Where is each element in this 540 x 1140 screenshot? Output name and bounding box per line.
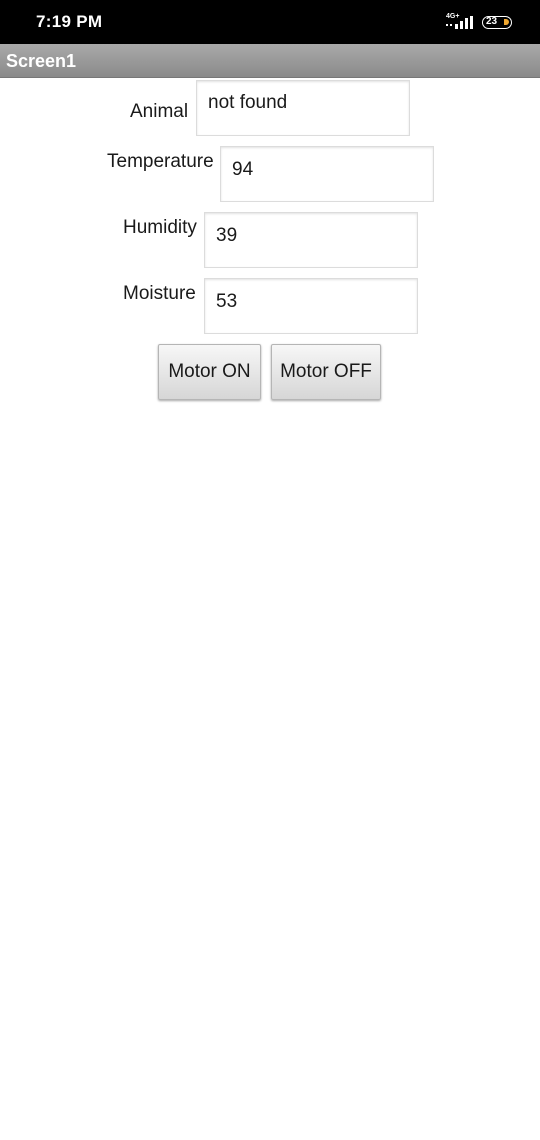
title-bar: Screen1 [0,44,540,78]
status-time: 7:19 PM [36,12,103,31]
animal-label: Animal [130,101,189,122]
temperature-label: Temperature [107,151,214,172]
battery-level: 23 [486,16,498,27]
humidity-label: Humidity [123,217,197,238]
temperature-field[interactable]: 94 [220,146,434,202]
battery-icon: 23 [482,16,512,29]
signal-icon [446,16,473,29]
screen-title: Screen1 [6,51,77,71]
moisture-label: Moisture [123,283,196,304]
humidity-field[interactable]: 39 [204,212,418,268]
status-bar: 7:19 PM 4G+ 23 [0,0,540,44]
motor-on-button[interactable]: Motor ON [158,344,261,400]
animal-field[interactable]: not found [196,80,410,136]
motor-off-button[interactable]: Motor OFF [271,344,381,400]
battery-fill [504,19,509,25]
moisture-field[interactable]: 53 [204,278,418,334]
